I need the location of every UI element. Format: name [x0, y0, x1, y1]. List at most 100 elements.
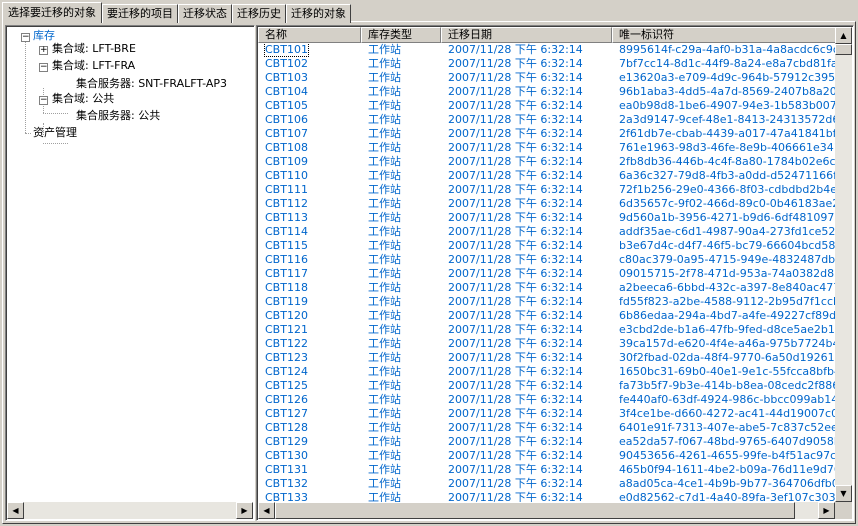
table-row[interactable]: CBT128 工作站 2007/11/28 下午 6:32:14 6401e91f-7…: [258, 421, 835, 435]
table-row[interactable]: CBT123 工作站 2007/11/28 下午 6:32:14 30f2fbad-0…: [258, 351, 835, 365]
table-row[interactable]: CBT126 工作站 2007/11/28 下午 6:32:14 fe440af0-6…: [258, 393, 835, 407]
cell-name: CBT128: [265, 421, 308, 434]
scroll-track[interactable]: [275, 502, 818, 519]
cell-unique-id: fa73b5f7-9b3e-414b-b8ea-08cedc2f8868: [619, 379, 835, 392]
collapse-icon[interactable]: −: [39, 63, 48, 72]
cell-name: CBT121: [265, 323, 308, 336]
cell-unique-id: 2a3d9147-9cef-48e1-8413-24313572d60d: [619, 113, 835, 126]
table-row[interactable]: CBT112 工作站 2007/11/28 下午 6:32:14 6d35657c-9…: [258, 197, 835, 211]
table-row[interactable]: CBT131 工作站 2007/11/28 下午 6:32:14 465b0f94-1…: [258, 463, 835, 477]
cell-name: CBT102: [265, 57, 308, 70]
scroll-thumb[interactable]: [275, 502, 795, 519]
cell-inventory-type: 工作站: [368, 407, 401, 420]
table-row[interactable]: CBT120 工作站 2007/11/28 下午 6:32:14 6b86edaa-2…: [258, 309, 835, 323]
cell-unique-id: addf35ae-c6d1-4987-90a4-273fd1ce52fc: [619, 225, 835, 238]
cell-name: CBT126: [265, 393, 308, 406]
table-row[interactable]: CBT105 工作站 2007/11/28 下午 6:32:14 ea0b98d8-1…: [258, 99, 835, 113]
tree-node-server-public[interactable]: 集合服务器: 公共: [76, 108, 160, 124]
scroll-track[interactable]: [835, 44, 852, 485]
table-row[interactable]: CBT116 工作站 2007/11/28 下午 6:32:14 c80ac379-0…: [258, 253, 835, 267]
tab-migration-history[interactable]: 迁移历史: [232, 4, 286, 23]
tab-strip: 选择要迁移的对象 要迁移的项目 迁移状态 迁移历史 迁移的对象: [2, 2, 351, 23]
tree-node-domain-lft-bre[interactable]: 集合域: LFT-BRE: [52, 41, 136, 57]
table-row[interactable]: CBT107 工作站 2007/11/28 下午 6:32:14 2f61db7e-c…: [258, 127, 835, 141]
scroll-up-icon[interactable]: ▲: [835, 27, 852, 44]
table-row[interactable]: CBT122 工作站 2007/11/28 下午 6:32:14 39ca157d-e…: [258, 337, 835, 351]
table-row[interactable]: CBT129 工作站 2007/11/28 下午 6:32:14 ea52da57-f…: [258, 435, 835, 449]
cell-inventory-type: 工作站: [368, 435, 401, 448]
cell-migration-date: 2007/11/28 下午 6:32:14: [448, 463, 583, 476]
tree-node-server-snt-fralft-ap3[interactable]: 集合服务器: SNT-FRALFT-AP3: [76, 76, 227, 92]
cell-name: CBT101: [264, 43, 309, 57]
table-row[interactable]: CBT101 工作站 2007/11/28 下午 6:32:14 8995614f-c…: [258, 43, 835, 57]
column-header-inventory-type[interactable]: 库存类型: [361, 27, 441, 43]
column-header-unique-id[interactable]: 唯一标识符: [612, 27, 835, 43]
table-row[interactable]: CBT127 工作站 2007/11/28 下午 6:32:14 3f4ce1be-d…: [258, 407, 835, 421]
cell-unique-id: ea52da57-f067-48bd-9765-6407d9058bed: [619, 435, 835, 448]
tree-node-domain-public[interactable]: 集合域: 公共: [52, 91, 114, 107]
table-row[interactable]: CBT115 工作站 2007/11/28 下午 6:32:14 b3e67d4c-d…: [258, 239, 835, 253]
tree-horizontal-scrollbar[interactable]: ◀ ▶: [7, 502, 253, 519]
table-row[interactable]: CBT132 工作站 2007/11/28 下午 6:32:14 a8ad05ca-4…: [258, 477, 835, 491]
table-row[interactable]: CBT117 工作站 2007/11/28 下午 6:32:14 09015715-2…: [258, 267, 835, 281]
table-row[interactable]: CBT124 工作站 2007/11/28 下午 6:32:14 1650bc31-6…: [258, 365, 835, 379]
table-row[interactable]: CBT104 工作站 2007/11/28 下午 6:32:14 96b1aba3-4…: [258, 85, 835, 99]
cell-migration-date: 2007/11/28 下午 6:32:14: [448, 155, 583, 168]
scroll-left-icon[interactable]: ◀: [258, 502, 275, 519]
list-vertical-scrollbar[interactable]: ▲ ▼: [835, 27, 852, 502]
table-row[interactable]: CBT133 工作站 2007/11/28 下午 6:32:14 e0d82562-c…: [258, 491, 835, 502]
cell-unique-id: 2f61db7e-cbab-4439-a017-47a41841bf06: [619, 127, 835, 140]
table-row[interactable]: CBT130 工作站 2007/11/28 下午 6:32:14 90453656-4…: [258, 449, 835, 463]
cell-name: CBT105: [265, 99, 308, 112]
tab-select-objects[interactable]: 选择要迁移的对象: [2, 2, 102, 23]
table-row[interactable]: CBT111 工作站 2007/11/28 下午 6:32:14 72f1b256-2…: [258, 183, 835, 197]
cell-name: CBT114: [265, 225, 308, 238]
cell-inventory-type: 工作站: [368, 253, 401, 266]
table-row[interactable]: CBT109 工作站 2007/11/28 下午 6:32:14 2fb8db36-4…: [258, 155, 835, 169]
tree-node-asset-management[interactable]: 资产管理: [33, 125, 77, 141]
cell-migration-date: 2007/11/28 下午 6:32:14: [448, 239, 583, 252]
cell-unique-id: b3e67d4c-d4f7-46f5-bc79-66604bcd5825: [619, 239, 835, 252]
cell-migration-date: 2007/11/28 下午 6:32:14: [448, 281, 583, 294]
cell-migration-date: 2007/11/28 下午 6:32:14: [448, 57, 583, 70]
table-row[interactable]: CBT102 工作站 2007/11/28 下午 6:32:14 7bf7cc14-8…: [258, 57, 835, 71]
scroll-down-icon[interactable]: ▼: [835, 485, 852, 502]
cell-migration-date: 2007/11/28 下午 6:32:14: [448, 141, 583, 154]
cell-inventory-type: 工作站: [368, 169, 401, 182]
scroll-track[interactable]: [24, 502, 236, 519]
cell-migration-date: 2007/11/28 下午 6:32:14: [448, 351, 583, 364]
cell-migration-date: 2007/11/28 下午 6:32:14: [448, 71, 583, 84]
table-row[interactable]: CBT113 工作站 2007/11/28 下午 6:32:14 9d560a1b-3…: [258, 211, 835, 225]
table-row[interactable]: CBT125 工作站 2007/11/28 下午 6:32:14 fa73b5f7-9…: [258, 379, 835, 393]
cell-unique-id: e13620a3-e709-4d9c-964b-57912c395982: [619, 71, 835, 84]
cell-name: CBT115: [265, 239, 308, 252]
tree-node-domain-lft-fra[interactable]: 集合域: LFT-FRA: [52, 58, 135, 74]
tree-line: [25, 38, 26, 133]
table-row[interactable]: CBT103 工作站 2007/11/28 下午 6:32:14 e13620a3-e…: [258, 71, 835, 85]
cell-unique-id: 72f1b256-29e0-4366-8f03-cdbdbd2b4e0a: [619, 183, 835, 196]
tab-migration-status[interactable]: 迁移状态: [178, 4, 232, 23]
scroll-right-icon[interactable]: ▶: [818, 502, 835, 519]
table-row[interactable]: CBT106 工作站 2007/11/28 下午 6:32:14 2a3d9147-9…: [258, 113, 835, 127]
table-row[interactable]: CBT121 工作站 2007/11/28 下午 6:32:14 e3cbd2de-b…: [258, 323, 835, 337]
cell-unique-id: 1650bc31-69b0-40e1-9e1c-55fcca8bfb42: [619, 365, 835, 378]
cell-migration-date: 2007/11/28 下午 6:32:14: [448, 267, 583, 280]
table-row[interactable]: CBT110 工作站 2007/11/28 下午 6:32:14 6a36c327-7…: [258, 169, 835, 183]
tab-migrated-objects[interactable]: 迁移的对象: [286, 4, 351, 23]
list-horizontal-scrollbar[interactable]: ◀ ▶: [258, 502, 835, 519]
tab-items-to-migrate[interactable]: 要迁移的项目: [102, 4, 178, 23]
collapse-icon[interactable]: −: [39, 96, 48, 105]
cell-inventory-type: 工作站: [368, 463, 401, 476]
scroll-right-icon[interactable]: ▶: [236, 502, 253, 519]
table-row[interactable]: CBT119 工作站 2007/11/28 下午 6:32:14 fd55f823-a…: [258, 295, 835, 309]
scroll-thumb[interactable]: [835, 44, 852, 55]
column-header-migration-date[interactable]: 迁移日期: [441, 27, 612, 43]
table-row[interactable]: CBT114 工作站 2007/11/28 下午 6:32:14 addf35ae-c…: [258, 225, 835, 239]
table-row[interactable]: CBT108 工作站 2007/11/28 下午 6:32:14 761e1963-9…: [258, 141, 835, 155]
tree-line: [43, 113, 68, 114]
expand-icon[interactable]: +: [39, 46, 48, 55]
collapse-icon[interactable]: −: [21, 33, 30, 42]
table-row[interactable]: CBT118 工作站 2007/11/28 下午 6:32:14 a2beeca6-6…: [258, 281, 835, 295]
column-header-name[interactable]: 名称: [258, 27, 361, 43]
scroll-left-icon[interactable]: ◀: [7, 502, 24, 519]
